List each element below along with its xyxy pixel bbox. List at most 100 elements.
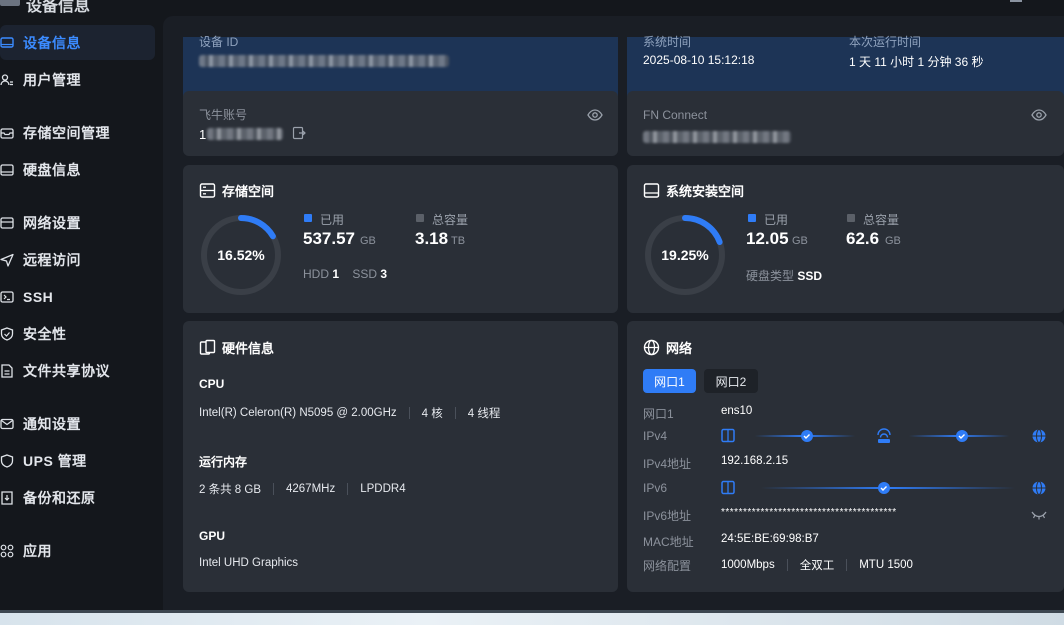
memory-type: LPDDR4 — [360, 483, 406, 495]
system-time-label: 系统时间 — [643, 35, 692, 49]
storage-title: 存储空间 — [199, 181, 274, 200]
total-legend-swatch — [416, 214, 424, 222]
sidebar-item-label: 设备信息 — [23, 34, 81, 51]
minimize-icon[interactable] — [1010, 0, 1022, 2]
sidebar-item-apps[interactable]: 应用 — [0, 533, 155, 568]
sidebar-item-ups[interactable]: UPS 管理 — [0, 443, 155, 478]
separator — [408, 407, 410, 419]
used-legend-swatch — [748, 214, 756, 222]
fn-connect-value-redacted — [643, 131, 791, 143]
network-card: 网络 网口1 网口2 网口1 ens10 IPv4 IPv4地址 192.168… — [627, 321, 1064, 592]
storage-total-value: 3.18 — [415, 229, 449, 248]
mail-icon — [0, 417, 14, 431]
network-title: 网络 — [643, 338, 692, 357]
sidebar-item-disk[interactable]: 硬盘信息 — [0, 152, 155, 187]
system-used-value: 12.05 — [746, 229, 789, 248]
desktop-background-strip — [0, 610, 1064, 625]
storage-icon — [0, 126, 14, 140]
app-logo-icon — [0, 0, 20, 6]
sidebar-item-storage[interactable]: 存储空间管理 — [0, 115, 155, 150]
hdd-count: 1 — [332, 267, 340, 281]
ipv6-address-value: **************************************** — [721, 507, 897, 518]
cpu-details: Intel(R) Celeron(R) N5095 @ 2.00GHz 4 核 … — [199, 405, 500, 421]
ipv4-address-label: IPv4地址 — [643, 457, 692, 471]
users-icon — [0, 73, 14, 87]
window-title: 设备信息 — [26, 0, 91, 15]
check-icon — [878, 482, 890, 494]
eye-icon[interactable] — [587, 107, 603, 123]
sidebar-item-users[interactable]: 用户管理 — [0, 62, 155, 97]
hardware-title: 硬件信息 — [199, 338, 274, 357]
sidebar-item-file-share[interactable]: 文件共享协议 — [0, 353, 155, 388]
storage-icon — [199, 182, 216, 199]
device-id-label: 设备 ID — [199, 35, 239, 49]
link-speed: 1000Mbps — [721, 559, 775, 571]
backup-icon — [0, 490, 14, 505]
cpu-cores: 4 核 — [421, 408, 443, 420]
system-total-value: 62.6 — [846, 229, 880, 248]
sidebar-item-network[interactable]: 网络设置 — [0, 205, 155, 240]
sidebar-item-label: 用户管理 — [23, 71, 81, 88]
tab-port-2[interactable]: 网口2 — [704, 369, 758, 393]
account-label: 飞牛账号 — [199, 108, 248, 122]
sidebar-item-label: SSH — [23, 288, 54, 305]
disk-type: 硬盘类型 SSD — [746, 267, 822, 284]
network-config-value: 1000Mbps 全双工 MTU 1500 — [721, 557, 913, 573]
port-value: ens10 — [721, 405, 753, 417]
logout-icon[interactable] — [292, 126, 306, 140]
duplex-mode: 全双工 — [799, 560, 835, 572]
uptime-label: 本次运行时间 — [849, 35, 922, 49]
network-title-text: 网络 — [666, 341, 693, 356]
sidebar-item-label: 远程访问 — [23, 251, 81, 268]
ipv6-status-chain — [721, 480, 1046, 495]
ipv6-label: IPv6 — [643, 481, 668, 495]
system-space-title: 系统安装空间 — [643, 181, 744, 200]
window-bottom-edge — [0, 610, 1064, 613]
sidebar-item-remote-access[interactable]: 远程访问 — [0, 242, 155, 277]
sidebar-item-label: UPS 管理 — [23, 452, 87, 469]
uptime-value: 1 天 11 小时 1 分钟 36 秒 — [849, 55, 984, 69]
memory-label: 运行内存 — [199, 455, 248, 469]
devices-icon — [199, 339, 216, 356]
apps-icon — [0, 544, 14, 558]
total-legend-swatch — [847, 214, 855, 222]
separator — [786, 559, 788, 571]
sidebar-item-label: 硬盘信息 — [23, 161, 81, 178]
sidebar-item-device-info[interactable]: 设备信息 — [0, 25, 155, 60]
hardware-title-text: 硬件信息 — [222, 341, 275, 356]
tab-port-1[interactable]: 网口1 — [643, 369, 696, 393]
device-id-value-redacted — [199, 55, 449, 67]
used-label: 已用 — [320, 213, 345, 227]
memory-frequency: 4267MHz — [286, 483, 336, 495]
gpu-model: Intel UHD Graphics — [199, 557, 299, 569]
sidebar-item-label: 网络设置 — [23, 214, 81, 231]
separator — [846, 559, 848, 571]
ipv4-status-chain — [721, 428, 1046, 443]
disk-type-value: SSD — [797, 269, 823, 283]
account-value-redacted — [207, 128, 283, 140]
sidebar-item-ssh[interactable]: SSH — [0, 279, 155, 314]
system-space-card: 系统安装空间 19.25% 已用 12.05 GB 总容量 62.6 GB 硬盘… — [627, 165, 1064, 313]
sidebar-item-label: 存储空间管理 — [23, 124, 110, 141]
storage-title-text: 存储空间 — [222, 184, 275, 199]
cpu-threads: 4 线程 — [467, 408, 501, 420]
storage-percent: 16.52% — [217, 247, 265, 263]
sidebar-item-security[interactable]: 安全性 — [0, 316, 155, 351]
eye-icon[interactable] — [1031, 107, 1047, 123]
disk-icon — [0, 163, 14, 177]
eye-closed-icon[interactable] — [1031, 509, 1047, 521]
check-icon — [956, 430, 968, 442]
cpu-model: Intel(R) Celeron(R) N5095 @ 2.00GHz — [199, 407, 397, 419]
mtu-value: MTU 1500 — [859, 559, 913, 571]
memory-details: 2 条共 8 GB 4267MHz LPDDR4 — [199, 481, 406, 497]
system-space-title-text: 系统安装空间 — [666, 184, 745, 199]
sidebar-item-backup[interactable]: 备份和还原 — [0, 480, 155, 515]
storage-card: 存储空间 16.52% 已用 537.57 GB 总容量 3.18 TB HDD… — [183, 165, 618, 313]
sidebar-item-label: 通知设置 — [23, 415, 81, 432]
ipv6-address-label: IPv6地址 — [643, 509, 692, 523]
file-share-icon — [0, 363, 14, 378]
gpu-details: Intel UHD Graphics — [199, 557, 298, 569]
storage-total-unit: TB — [451, 235, 466, 247]
sidebar-item-notifications[interactable]: 通知设置 — [0, 406, 155, 441]
hardware-card: 硬件信息 CPU Intel(R) Celeron(R) N5095 @ 2.0… — [183, 321, 618, 592]
